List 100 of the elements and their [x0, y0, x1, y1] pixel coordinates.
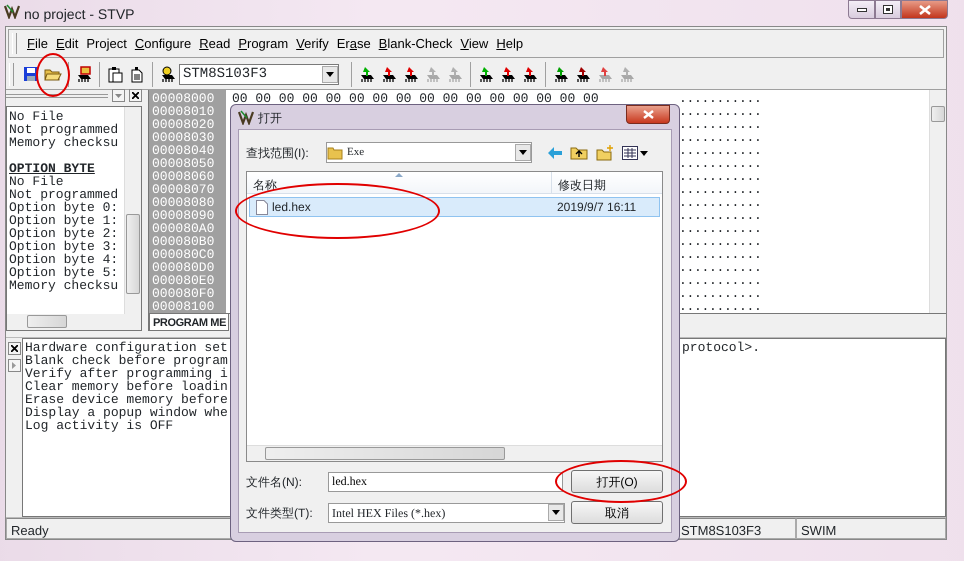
- ascii-dots: ...........: [679, 170, 763, 183]
- ascii-dots: ...........: [679, 248, 763, 261]
- clipboard-icon: [107, 66, 123, 83]
- maximize-button[interactable]: [875, 0, 901, 19]
- ascii-dots: ...........: [679, 182, 763, 196]
- column-header[interactable]: 修改日期: [552, 172, 612, 193]
- window-title: no project - STVP: [24, 5, 134, 24]
- look-in-dropdown[interactable]: Exe: [326, 142, 532, 163]
- sort-up-icon: [395, 173, 403, 177]
- folder-icon: [327, 146, 343, 160]
- file-icon: [256, 200, 268, 214]
- field-label: 查找范围(I):: [246, 144, 310, 162]
- panel-close-button[interactable]: [8, 342, 20, 356]
- ascii-dots: ...........: [679, 222, 763, 235]
- new-folder-icon: [596, 144, 614, 160]
- info-line: Not programmed: [9, 122, 120, 136]
- ascii-dots: ...........: [679, 300, 763, 313]
- new-folder-button[interactable]: [596, 144, 614, 160]
- memory-address: 000080D0: [152, 260, 216, 274]
- memory-address: 000080C0: [152, 248, 216, 261]
- close-icon: [10, 345, 18, 352]
- back-button[interactable]: [548, 146, 562, 158]
- horizontal-scrollbar[interactable]: [7, 314, 141, 330]
- menu-item[interactable]: Configure: [130, 34, 196, 54]
- info-line: Option byte 0:: [9, 200, 120, 214]
- panel-close-button[interactable]: [129, 89, 142, 102]
- save-icon: [23, 66, 39, 82]
- file-name-field[interactable]: led.hex: [328, 472, 563, 492]
- ascii-dots: ...........: [679, 156, 763, 170]
- document-icon: [131, 66, 143, 83]
- ascii-dots: ...........: [679, 274, 763, 287]
- info-line: No File: [9, 110, 64, 123]
- info-line: No File: [9, 174, 64, 188]
- memory-address: 00008080: [152, 196, 216, 209]
- vertical-scrollbar[interactable]: [929, 90, 946, 313]
- menu-item[interactable]: Verify: [292, 34, 333, 54]
- menu-item[interactable]: View: [456, 34, 492, 54]
- menu-item[interactable]: Read: [195, 34, 234, 54]
- menu-item[interactable]: Program: [234, 34, 292, 54]
- menu-item[interactable]: Project: [82, 34, 131, 54]
- info-line: Option byte 1:: [9, 214, 120, 227]
- memory-address: 00008010: [152, 104, 216, 118]
- hex-bytes: 00 00 00 00 00 00 00 00 00 00 00 00 00 00 00 00: [232, 92, 600, 105]
- section-heading: OPTION BYTE: [9, 162, 96, 175]
- info-line: Memory checksu: [9, 278, 120, 292]
- info-line: Memory checksu: [9, 136, 120, 149]
- memory-address: 000080E0: [152, 274, 216, 287]
- memory-address: 000080F0: [152, 286, 216, 300]
- dialog-button[interactable]: 打开(O): [571, 470, 663, 493]
- back-arrow-icon: [548, 146, 562, 158]
- up-folder-icon: [570, 145, 588, 160]
- app-icon: [4, 3, 20, 19]
- close-button[interactable]: [626, 105, 670, 124]
- memory-address: 00008060: [152, 170, 216, 183]
- log-line: Hardware configuration set: [25, 341, 229, 354]
- up-folder-button[interactable]: [570, 145, 588, 160]
- memory-address: 00008030: [152, 130, 216, 144]
- ascii-dots: ...........: [679, 286, 763, 300]
- log-line: Erase device memory before: [25, 393, 229, 406]
- caret-icon: [115, 94, 122, 98]
- file-type-dropdown[interactable]: Intel HEX Files (*.hex): [328, 502, 565, 522]
- close-icon: [918, 4, 930, 14]
- file-date: 2019/9/7 16:11: [556, 199, 636, 216]
- close-button[interactable]: [901, 0, 948, 19]
- menu-item[interactable]: File: [23, 34, 52, 54]
- info-line: Option byte 5:: [9, 266, 120, 279]
- minimize-icon: [856, 8, 866, 12]
- ascii-dots: ...........: [679, 234, 763, 248]
- dialog-button[interactable]: 取消: [571, 501, 663, 524]
- memory-address: 00008000: [152, 92, 216, 105]
- memory-address: 00008050: [152, 156, 216, 170]
- memory-tab[interactable]: PROGRAM ME: [149, 314, 230, 331]
- menu-item[interactable]: Edit: [52, 34, 82, 54]
- caret-icon: [552, 510, 560, 515]
- chip-icon: [75, 66, 93, 83]
- field-label: 文件名(N):: [246, 474, 303, 490]
- minimize-button[interactable]: [848, 0, 875, 19]
- menu-item[interactable]: Help: [492, 34, 528, 54]
- ascii-dots: ...........: [679, 208, 763, 222]
- device-dropdown[interactable]: STM8S103F3: [179, 64, 339, 85]
- memory-address: 00008020: [152, 118, 216, 131]
- log-line: Log activity is OFF: [25, 419, 174, 432]
- dialog-title: 打开: [258, 110, 282, 127]
- log-line: Blank check before program: [25, 354, 229, 368]
- memory-address: 000080B0: [152, 234, 216, 248]
- ascii-dots: ...........: [679, 260, 763, 274]
- horizontal-scrollbar[interactable]: [247, 445, 662, 461]
- caret-icon: [326, 72, 334, 77]
- log-line: Clear memory before loadin: [25, 380, 229, 394]
- close-icon: [132, 92, 139, 100]
- view-menu-button[interactable]: [622, 146, 648, 160]
- vertical-scrollbar[interactable]: [124, 106, 141, 314]
- file-row[interactable]: led.hex 2019/9/7 16:11: [249, 197, 660, 217]
- ascii-dots: ...........: [679, 104, 763, 118]
- memory-address: 00008070: [152, 182, 216, 196]
- memory-address: 00008090: [152, 208, 216, 222]
- menu-item[interactable]: Blank-Check: [374, 34, 456, 54]
- menu-item[interactable]: Erase: [332, 34, 375, 54]
- column-header[interactable]: 名称: [247, 172, 283, 193]
- memory-address: 00008100: [152, 300, 216, 313]
